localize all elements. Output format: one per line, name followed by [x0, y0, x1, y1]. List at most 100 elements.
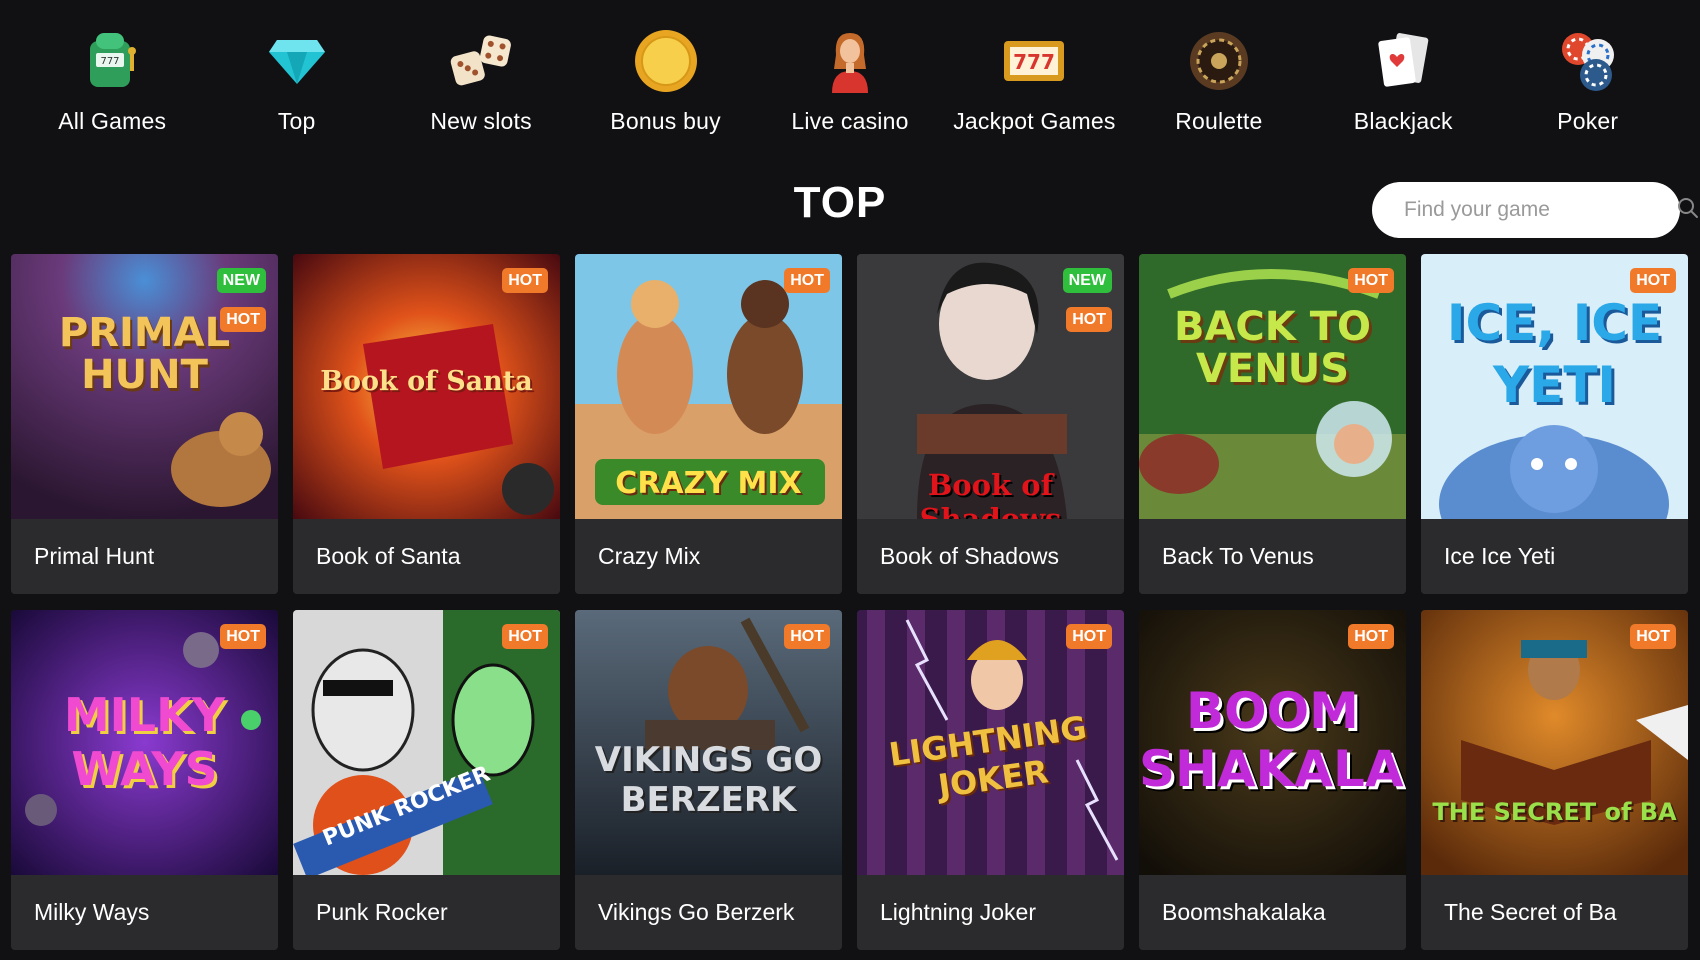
category-top[interactable]: Top — [212, 0, 382, 135]
gold-coin-icon — [633, 28, 699, 94]
search-input[interactable] — [1402, 197, 1677, 223]
game-thumbnail: VIKINGS GO BERZERK HOT — [575, 610, 842, 875]
game-thumbnail: BACK TO VENUS HOT — [1139, 254, 1406, 519]
hot-badge: HOT — [220, 307, 266, 332]
hot-badge: HOT — [1630, 624, 1676, 649]
badge-group: HOT — [1630, 624, 1676, 649]
game-card-ice-ice-yeti[interactable]: ICE, ICE YETI HOT Ice Ice Yeti — [1421, 254, 1688, 594]
game-name: Boomshakalaka — [1139, 875, 1406, 950]
badge-group: HOT — [784, 268, 830, 293]
game-art-title: THE SECRET of BA — [1432, 798, 1677, 826]
category-all-games[interactable]: 777 All Games — [27, 0, 197, 135]
game-art-title: ICE, ICE YETI — [1446, 294, 1663, 414]
game-thumbnail: PUNK ROCKER HOT — [293, 610, 560, 875]
game-card-lightning-joker[interactable]: LIGHTNING JOKER HOT Lightning Joker — [857, 610, 1124, 950]
game-card-punk-rocker[interactable]: PUNK ROCKER HOT Punk Rocker — [293, 610, 560, 950]
game-card-primal-hunt[interactable]: PRIMAL HUNT NEW HOT Primal Hunt — [11, 254, 278, 594]
game-name: Primal Hunt — [11, 519, 278, 594]
badge-group: HOT — [220, 624, 266, 649]
hot-badge: HOT — [502, 268, 548, 293]
game-thumbnail: LIGHTNING JOKER HOT — [857, 610, 1124, 875]
badge-group: HOT — [1630, 268, 1676, 293]
hot-badge: HOT — [502, 624, 548, 649]
game-name: Punk Rocker — [293, 875, 560, 950]
hot-badge: HOT — [1348, 268, 1394, 293]
category-poker[interactable]: Poker — [1503, 0, 1673, 135]
game-thumbnail: MILKY WAYS HOT — [11, 610, 278, 875]
game-art-title: MILKY WAYS — [63, 688, 226, 796]
dice-icon — [448, 28, 514, 94]
game-card-book-of-santa[interactable]: Book of Santa HOT Book of Santa — [293, 254, 560, 594]
new-badge: NEW — [216, 268, 266, 293]
badge-group: HOT — [502, 268, 548, 293]
hot-badge: HOT — [784, 268, 830, 293]
category-jackpot-games[interactable]: 777 Jackpot Games — [949, 0, 1119, 135]
category-blackjack[interactable]: Blackjack — [1318, 0, 1488, 135]
game-thumbnail: ICE, ICE YETI HOT — [1421, 254, 1688, 519]
svg-text:777: 777 — [1014, 50, 1056, 74]
game-card-milky-ways[interactable]: MILKY WAYS HOT Milky Ways — [11, 610, 278, 950]
game-thumbnail: CRAZY MIX HOT — [575, 254, 842, 519]
badge-group: HOT — [1066, 624, 1112, 649]
game-art-title: VIKINGS GO BERZERK — [594, 740, 823, 820]
game-art-title: CRAZY MIX — [615, 466, 802, 501]
category-new-slots[interactable]: New slots — [396, 0, 566, 135]
game-thumbnail: PRIMAL HUNT NEW HOT — [11, 254, 278, 519]
hot-badge: HOT — [1348, 624, 1394, 649]
game-thumbnail: BOOM SHAKALAKA HOT — [1139, 610, 1406, 875]
game-thumbnail: Book of Santa HOT — [293, 254, 560, 519]
game-art-title: BOOM SHAKALAKA — [1139, 682, 1406, 798]
hot-badge: HOT — [784, 624, 830, 649]
category-live-casino[interactable]: Live casino — [765, 0, 935, 135]
game-card-back-to-venus[interactable]: BACK TO VENUS HOT Back To Venus — [1139, 254, 1406, 594]
category-label: Jackpot Games — [953, 108, 1116, 134]
badge-group: HOT — [1348, 624, 1394, 649]
game-art-title: BACK TO VENUS — [1173, 304, 1371, 392]
game-card-vikings-go-berzerk[interactable]: VIKINGS GO BERZERK HOT Vikings Go Berzer… — [575, 610, 842, 950]
hot-badge: HOT — [1630, 268, 1676, 293]
game-card-boomshakalaka[interactable]: BOOM SHAKALAKA HOT Boomshakalaka — [1139, 610, 1406, 950]
category-label: Top — [277, 108, 316, 134]
game-name: Milky Ways — [11, 875, 278, 950]
game-name: Vikings Go Berzerk — [575, 875, 842, 950]
game-name: Lightning Joker — [857, 875, 1124, 950]
777-jackpot-icon: 777 — [1001, 28, 1067, 94]
badge-group: NEW HOT — [216, 268, 266, 332]
game-name: Crazy Mix — [575, 519, 842, 594]
badge-group: NEW HOT — [1062, 268, 1112, 332]
game-name: The Secret of Ba — [1421, 875, 1688, 950]
category-label: Bonus buy — [610, 108, 721, 134]
category-label: Roulette — [1175, 108, 1263, 134]
new-badge: NEW — [1062, 268, 1112, 293]
game-thumbnail: Book of Shadows NEW HOT — [857, 254, 1124, 519]
badge-group: HOT — [1348, 268, 1394, 293]
game-art-title: Book of Shadows — [919, 468, 1062, 519]
hot-badge: HOT — [220, 624, 266, 649]
search-icon[interactable] — [1677, 197, 1699, 224]
category-label: Poker — [1557, 108, 1619, 134]
game-name: Ice Ice Yeti — [1421, 519, 1688, 594]
poker-chips-icon — [1555, 28, 1621, 94]
game-art-title: Book of Santa — [320, 366, 533, 397]
dealer-icon — [817, 28, 883, 94]
game-name: Book of Santa — [293, 519, 560, 594]
badge-group: HOT — [502, 624, 548, 649]
category-nav: 777 All Games Top New slots Bonus buy Li… — [0, 0, 1700, 150]
game-card-the-secret-of-ba[interactable]: THE SECRET of BA HOT The Secret of Ba — [1421, 610, 1688, 950]
hot-badge: HOT — [1066, 624, 1112, 649]
games-grid: PRIMAL HUNT NEW HOT Primal Hunt Book of … — [11, 254, 1700, 950]
roulette-wheel-icon — [1186, 28, 1252, 94]
category-label: All Games — [58, 108, 167, 134]
category-label: Live casino — [791, 108, 909, 134]
slot-machine-icon: 777 — [79, 28, 145, 94]
game-card-crazy-mix[interactable]: CRAZY MIX HOT Crazy Mix — [575, 254, 842, 594]
game-card-book-of-shadows[interactable]: Book of Shadows NEW HOT Book of Shadows — [857, 254, 1124, 594]
playing-cards-icon — [1370, 28, 1436, 94]
hot-badge: HOT — [1066, 307, 1112, 332]
search-box[interactable] — [1372, 182, 1698, 238]
category-label: New slots — [430, 108, 532, 134]
category-bonus-buy[interactable]: Bonus buy — [581, 0, 751, 135]
category-roulette[interactable]: Roulette — [1134, 0, 1304, 135]
category-label: Blackjack — [1353, 108, 1453, 134]
diamond-icon — [264, 28, 330, 94]
